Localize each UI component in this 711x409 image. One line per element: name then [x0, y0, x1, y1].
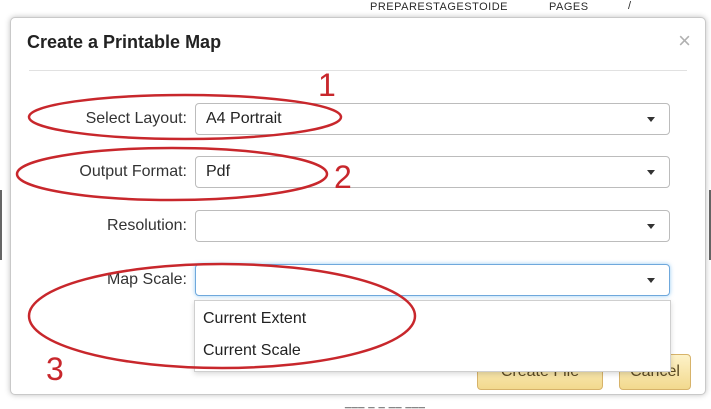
format-label: Output Format: — [79, 163, 187, 180]
resolution-label: Resolution: — [106, 217, 187, 234]
scale-label: Map Scale: — [106, 271, 187, 288]
backdrop-edge — [0, 190, 2, 260]
layout-label: Select Layout: — [85, 110, 187, 127]
backdrop-text: PAGES — [549, 1, 589, 13]
format-select-value: Pdf — [206, 163, 231, 180]
layout-select-value: A4 Portrait — [206, 110, 282, 127]
backdrop-text: ___ _ _ __ ___ — [345, 397, 426, 409]
chevron-down-icon — [647, 170, 655, 175]
header-divider — [29, 70, 687, 71]
close-icon[interactable]: × — [678, 28, 691, 54]
scale-select[interactable] — [195, 264, 670, 296]
chevron-down-icon — [647, 117, 655, 122]
chevron-down-icon — [647, 224, 655, 229]
option-current-extent[interactable]: Current Extent — [195, 303, 670, 335]
format-select[interactable]: Pdf — [195, 156, 670, 188]
scale-dropdown-list: Current Extent Current Scale — [194, 300, 671, 372]
dialog-title: Create a Printable Map — [27, 32, 222, 52]
option-current-scale[interactable]: Current Scale — [195, 335, 670, 367]
backdrop-text: PREPARESTAGESTOIDE — [370, 1, 508, 13]
layout-select[interactable]: A4 Portrait — [195, 103, 670, 135]
backdrop-text: / — [628, 0, 632, 12]
print-map-dialog: Create a Printable Map × Select Layout: … — [10, 17, 706, 395]
chevron-down-icon — [647, 278, 655, 283]
resolution-select[interactable] — [195, 210, 670, 242]
